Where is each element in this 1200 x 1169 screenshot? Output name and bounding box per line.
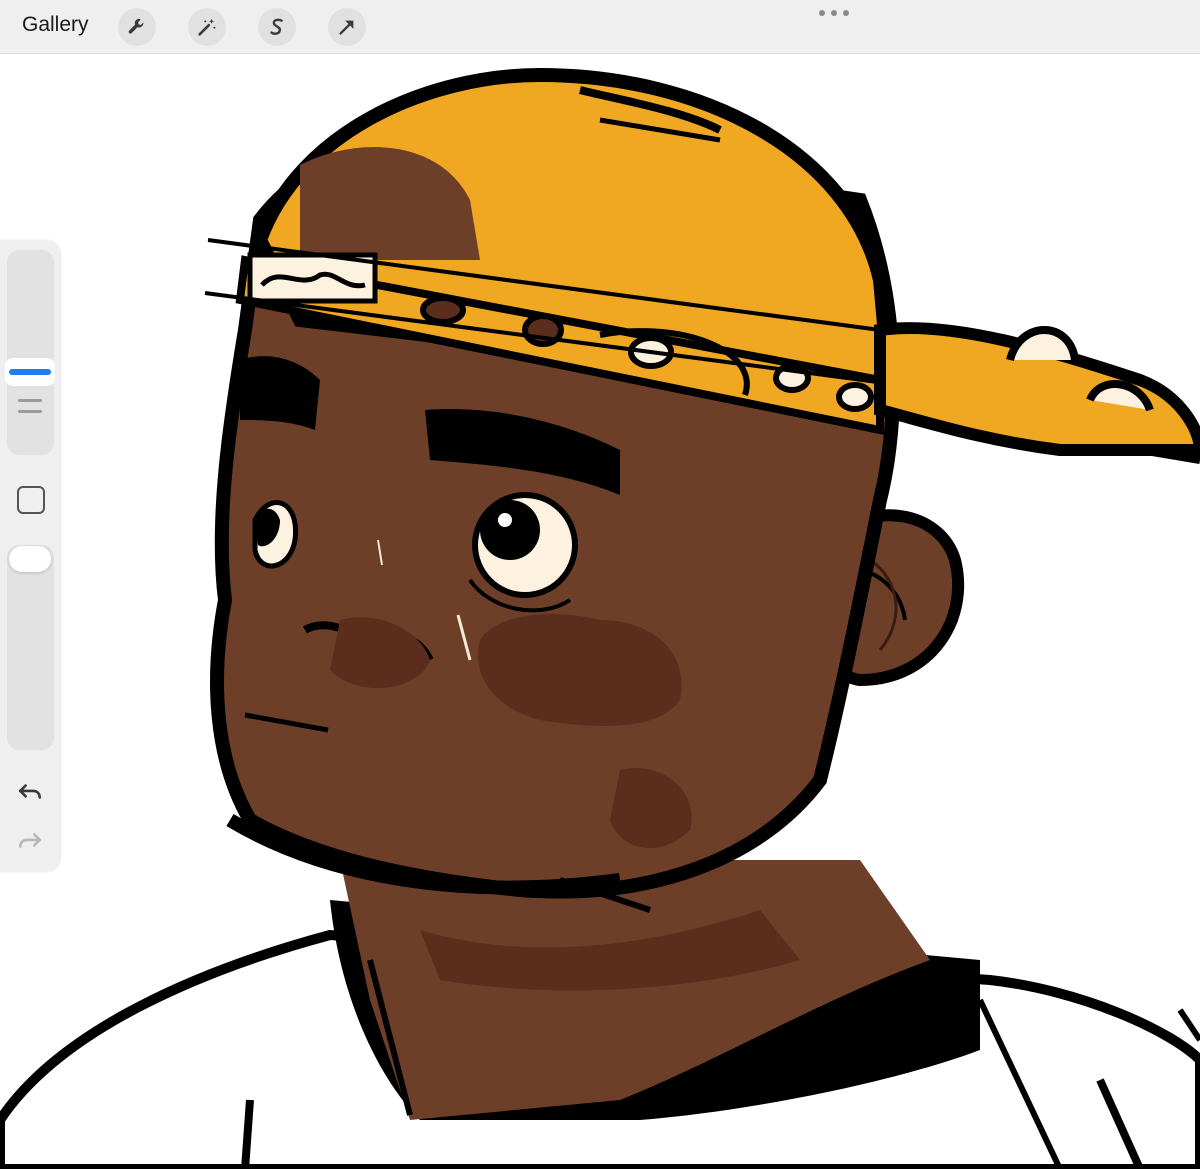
top-toolbar: Gallery (0, 0, 1200, 54)
magic-wand-icon (198, 18, 216, 36)
square-icon[interactable] (17, 486, 45, 514)
wrench-icon (128, 18, 144, 34)
arrow-transform-icon (339, 20, 354, 35)
selection-button[interactable] (258, 8, 296, 46)
opacity-slider[interactable] (7, 545, 54, 750)
ellipsis-dot (831, 10, 837, 16)
gallery-button[interactable]: Gallery (22, 13, 89, 37)
eye-left (252, 500, 299, 569)
transform-button[interactable] (328, 8, 366, 46)
actions-button[interactable] (118, 8, 156, 46)
ellipsis-dot (843, 10, 849, 16)
slider-lines-icon (18, 399, 42, 417)
opacity-thumb[interactable] (9, 546, 51, 572)
redo-icon (18, 833, 42, 848)
undo-icon (18, 784, 42, 799)
brush-size-slider[interactable] (7, 250, 54, 455)
redo-button[interactable] (15, 826, 45, 856)
brush-size-indicator (9, 369, 51, 375)
ellipsis-dot (819, 10, 825, 16)
undo-button[interactable] (15, 777, 45, 807)
adjustments-button[interactable] (188, 8, 226, 46)
selection-s-icon (270, 18, 283, 35)
more-options-button[interactable] (819, 10, 849, 20)
left-sidebar (0, 240, 61, 872)
drawing-canvas[interactable] (0, 54, 1200, 1169)
